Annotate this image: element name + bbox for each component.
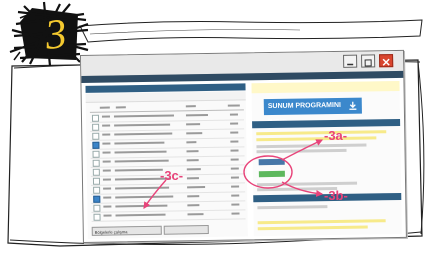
annotation-overlay: [143, 139, 324, 209]
arrow-3b: [281, 181, 324, 197]
callout-3a: -3a-: [324, 128, 348, 143]
callout-3c: -3c-: [160, 168, 184, 183]
callout-3b: -3b-: [324, 188, 348, 203]
arrow-3c: [143, 179, 167, 209]
arrow-3a: [281, 139, 324, 161]
